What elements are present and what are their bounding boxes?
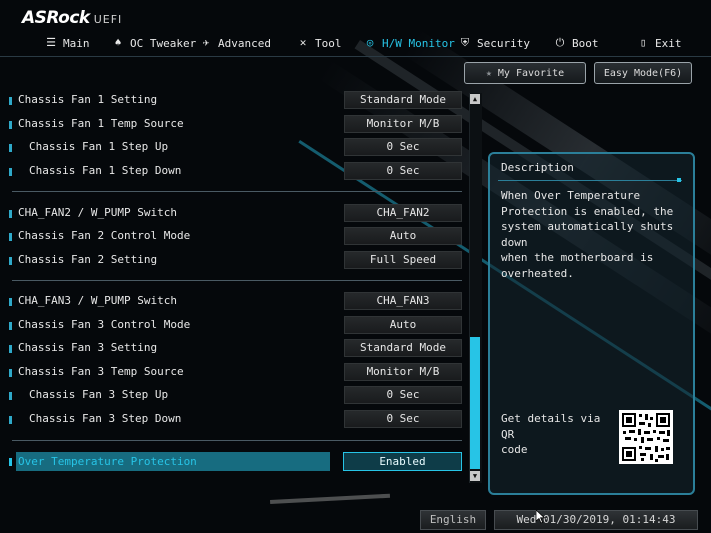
mouse-cursor-icon [535, 509, 546, 528]
tab-label: OC Tweaker [130, 36, 197, 50]
easy-mode-button[interactable]: Easy Mode(F6) [594, 62, 692, 84]
tab-advanced[interactable]: ✈ Advanced [200, 33, 271, 53]
row-marker [9, 416, 12, 424]
asrock-logo: ASRock UEFI [22, 8, 123, 28]
tab-label: Security [477, 36, 530, 50]
over-temperature-protection-label[interactable]: Over Temperature Protection [18, 455, 197, 468]
setting-value[interactable]: 0 Sec [344, 138, 462, 156]
over-temperature-protection-value[interactable]: Enabled [343, 452, 462, 471]
setting-value[interactable]: CHA_FAN3 [344, 292, 462, 310]
tab-label: Advanced [218, 36, 271, 50]
exit-door-icon: ▯ [639, 36, 647, 49]
row-marker [9, 144, 12, 152]
section-divider [12, 440, 462, 441]
setting-value[interactable]: Standard Mode [344, 339, 462, 357]
datetime-display: Wed 01/30/2019, 01:14:43 [494, 510, 698, 530]
tab-label: Exit [655, 36, 682, 50]
description-divider [498, 180, 682, 181]
setting-label[interactable]: Chassis Fan 3 Control Mode [18, 318, 190, 332]
setting-value[interactable]: Full Speed [344, 251, 462, 269]
setting-label[interactable]: Chassis Fan 1 Step Up [29, 140, 168, 154]
setting-label[interactable]: Chassis Fan 1 Temp Source [18, 117, 184, 131]
tab-exit[interactable]: ▯ Exit [637, 33, 682, 53]
star-icon: ★ [485, 67, 492, 79]
my-favorite-button[interactable]: ★ My Favorite [464, 62, 586, 84]
tools-icon: ✕ [299, 36, 307, 49]
description-title: Description [501, 161, 574, 174]
setting-value[interactable]: CHA_FAN2 [344, 204, 462, 222]
row-marker [9, 210, 12, 218]
row-marker [9, 392, 12, 400]
setting-value[interactable]: Monitor M/B [344, 363, 462, 381]
tab-tool[interactable]: ✕ Tool [297, 33, 342, 53]
row-marker [9, 168, 12, 176]
setting-value[interactable]: Auto [344, 316, 462, 334]
setting-label[interactable]: Chassis Fan 3 Temp Source [18, 365, 184, 379]
row-marker [9, 121, 12, 129]
tab-hw-monitor[interactable]: ◎ H/W Monitor [364, 33, 455, 53]
nav-divider [0, 56, 711, 57]
tab-oc-tweaker[interactable]: ♠ OC Tweaker [112, 33, 197, 53]
power-icon: ⏻ [555, 36, 565, 49]
row-marker [9, 298, 12, 306]
row-marker [9, 345, 12, 353]
setting-label[interactable]: Chassis Fan 3 Setting [18, 341, 157, 355]
list-icon: ☰ [46, 36, 56, 49]
tab-main[interactable]: ☰ Main [45, 33, 90, 53]
section-divider [12, 280, 462, 281]
tab-label: Main [63, 36, 90, 50]
tab-label: Boot [572, 36, 599, 50]
setting-value[interactable]: 0 Sec [344, 162, 462, 180]
setting-value[interactable]: Monitor M/B [344, 115, 462, 133]
tab-boot[interactable]: ⏻ Boot [554, 33, 599, 53]
language-button[interactable]: English [420, 510, 486, 530]
rocket-icon: ♠ [114, 36, 122, 49]
setting-label[interactable]: CHA_FAN2 / W_PUMP Switch [18, 206, 177, 220]
setting-label[interactable]: Chassis Fan 3 Step Up [29, 388, 168, 402]
scroll-down-arrow-icon[interactable]: ▼ [470, 471, 480, 481]
setting-label[interactable]: Chassis Fan 3 Step Down [29, 412, 181, 426]
scrollbar-thumb[interactable] [470, 337, 480, 469]
description-text: When Over Temperature Protection is enab… [501, 189, 674, 280]
row-marker [9, 369, 12, 377]
setting-value[interactable]: 0 Sec [344, 410, 462, 428]
qr-details-text: Get details via QR code [501, 412, 601, 456]
description-divider-marker [677, 178, 681, 182]
tab-label: Tool [315, 36, 342, 50]
setting-label[interactable]: Chassis Fan 1 Setting [18, 93, 157, 107]
main-navigation: ☰ Main ♠ OC Tweaker ✈ Advanced ✕ Tool ◎ … [0, 30, 711, 56]
row-marker [9, 257, 12, 265]
setting-label[interactable]: CHA_FAN3 / W_PUMP Switch [18, 294, 177, 308]
scroll-up-arrow-icon[interactable]: ▲ [470, 94, 480, 104]
plane-icon: ✈ [202, 36, 210, 49]
setting-value[interactable]: Auto [344, 227, 462, 245]
tab-security[interactable]: ⛨ Security [459, 33, 530, 53]
my-favorite-label: My Favorite [497, 67, 565, 79]
row-marker [9, 322, 12, 330]
row-marker [9, 97, 12, 105]
setting-value[interactable]: 0 Sec [344, 386, 462, 404]
setting-value[interactable]: Standard Mode [344, 91, 462, 109]
section-divider [12, 191, 462, 192]
setting-label[interactable]: Chassis Fan 1 Step Down [29, 164, 181, 178]
tab-label: H/W Monitor [382, 36, 455, 50]
shield-icon: ⛨ [460, 36, 470, 49]
setting-label[interactable]: Chassis Fan 2 Setting [18, 253, 157, 267]
qr-code-icon [619, 410, 673, 464]
monitor-icon: ◎ [366, 36, 374, 49]
easy-mode-label: Easy Mode(F6) [603, 67, 683, 79]
setting-label[interactable]: Chassis Fan 2 Control Mode [18, 229, 190, 243]
row-marker [9, 233, 12, 241]
row-marker [9, 458, 12, 466]
